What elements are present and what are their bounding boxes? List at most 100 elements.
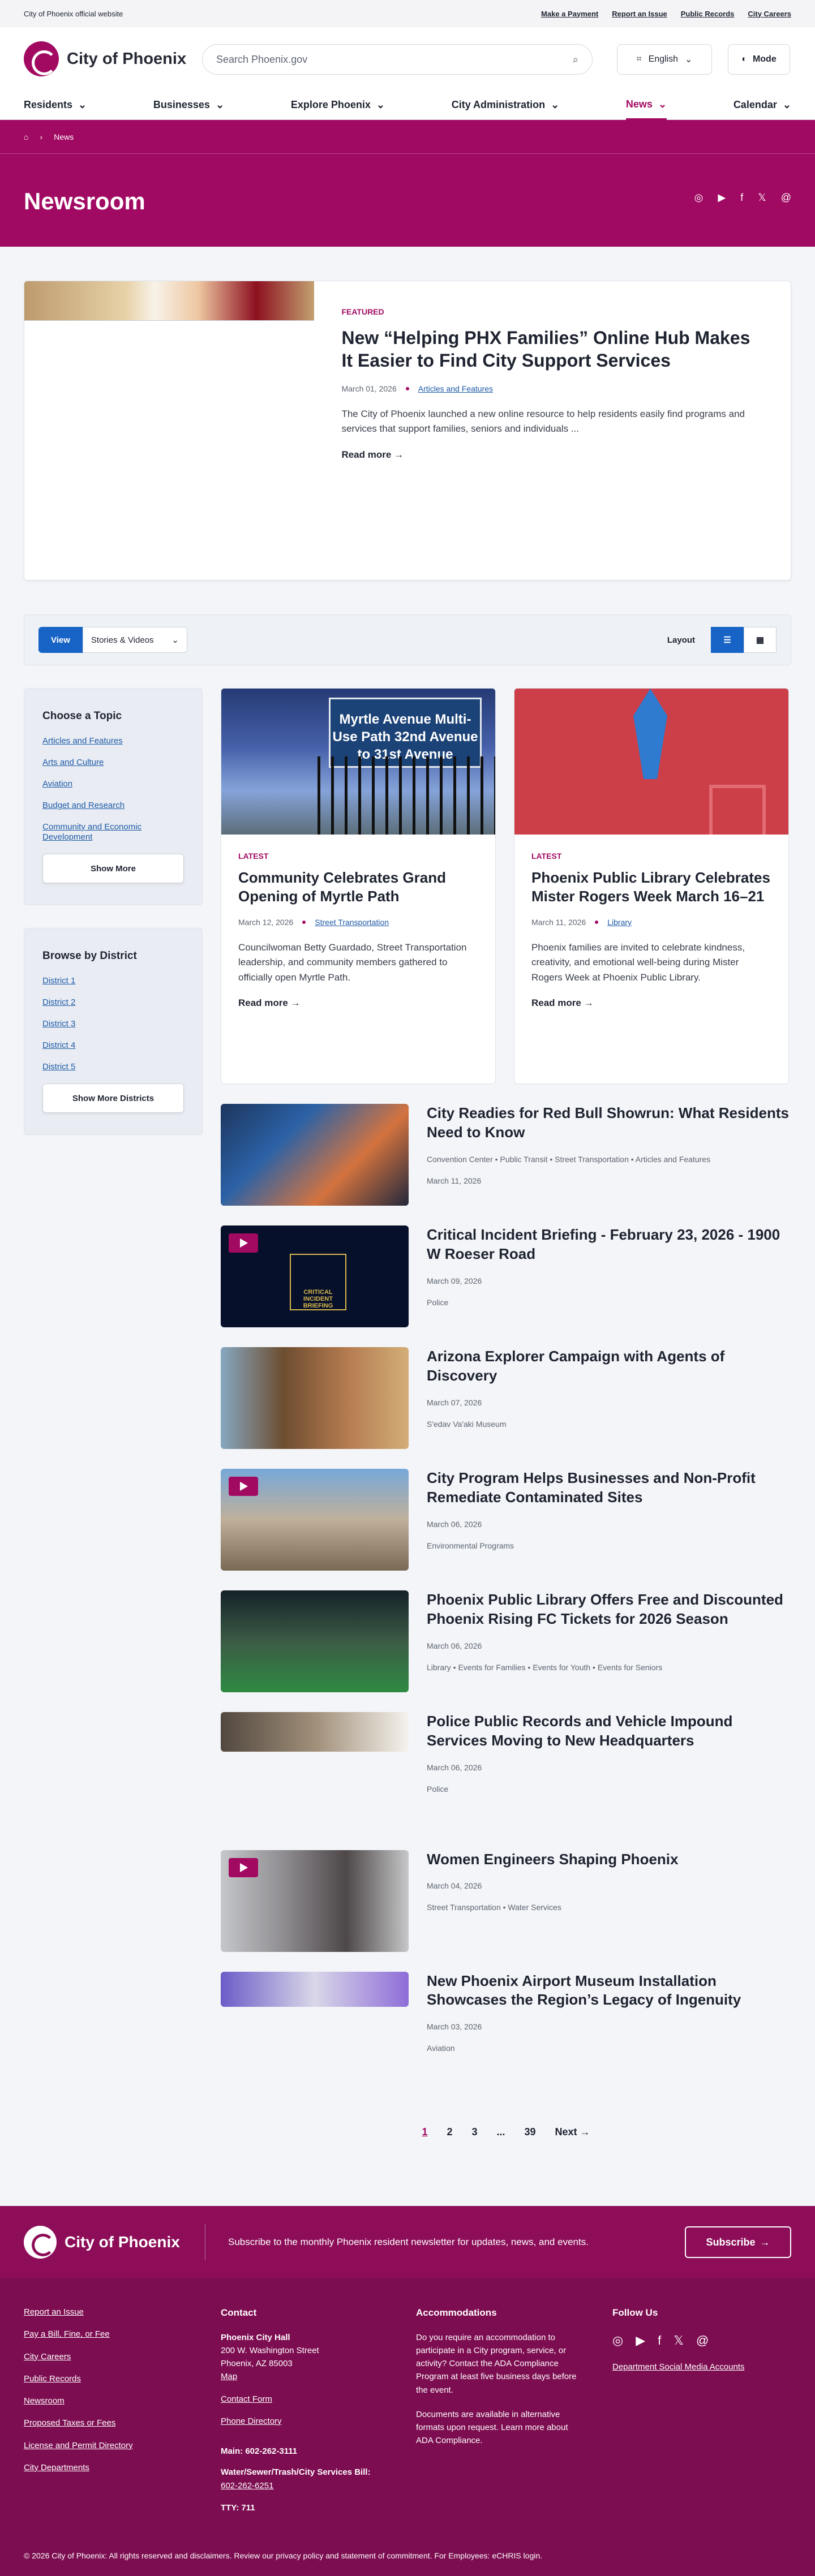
instagram-icon[interactable]: ◎ — [694, 192, 704, 204]
list-item[interactable]: New Phoenix Airport Museum Installation … — [221, 1971, 791, 2053]
list-item[interactable]: City Readies for Red Bull Showrun: What … — [221, 1104, 791, 1206]
play-video-icon — [229, 1233, 258, 1253]
search-input[interactable]: Search Phoenix.gov ⌕ — [202, 44, 593, 75]
read-more-link[interactable]: Read more → — [531, 997, 771, 1009]
language-selector[interactable]: ⌗ English ⌄ — [617, 44, 712, 75]
x-icon[interactable]: 𝕏 — [674, 2333, 696, 2347]
grid-icon: ▦ — [756, 635, 765, 645]
translate-icon: ⌗ — [636, 54, 642, 64]
next-button[interactable]: Next → — [555, 2126, 590, 2138]
chevron-down-icon: ⌄ — [171, 635, 179, 645]
show-more-topics-button[interactable]: Show More — [42, 854, 184, 883]
nav-news[interactable]: News ⌄ — [625, 91, 667, 120]
list-layout-button[interactable]: ☰ — [711, 627, 744, 653]
arrow-right-icon: → — [760, 2236, 770, 2248]
newsroom-hero: ⌂ › News Newsroom ◎ ▶ f 𝕏 @ — [0, 120, 815, 247]
engineers-image — [221, 1850, 409, 1952]
subscribe-button[interactable]: Subscribe → — [685, 2226, 791, 2259]
article-card[interactable]: LATEST Phoenix Public Library Celebrates … — [514, 688, 789, 1084]
district-filter: Browse by District District 1 District 2… — [24, 928, 203, 1135]
make-payment-link[interactable]: Make a Payment — [541, 10, 598, 18]
site-footer: Report an Issue Pay a Bill, Fine, or Fee C… — [0, 2278, 815, 2576]
list-item[interactable]: Police Public Records and Vehicle Impoun… — [221, 1712, 791, 1794]
district-link[interactable]: District 2 — [42, 997, 184, 1008]
top-utility-bar: City of Phoenix official website Make a … — [0, 0, 815, 27]
featured-article[interactable]: FEATURED New “Helping PHX Families” Onli… — [24, 281, 791, 580]
breadcrumb: ⌂ › News — [0, 120, 815, 154]
topic-link[interactable]: Community and Economic Development — [42, 822, 184, 842]
play-video-icon — [229, 1857, 258, 1877]
facebook-icon[interactable]: f — [740, 192, 743, 204]
view-select[interactable]: Stories & Videos ⌄ — [82, 627, 187, 653]
public-records-link[interactable]: Public Records — [681, 10, 735, 18]
topic-filter: Choose a Topic Articles and Features Art… — [24, 688, 203, 905]
featured-description: The City of Phoenix launched a new onlin… — [341, 408, 745, 435]
soccer-image — [221, 1590, 409, 1692]
report-issue-link[interactable]: Report an Issue — [612, 10, 667, 18]
footer-logo[interactable]: City of Phoenix — [24, 2226, 205, 2259]
view-label: View — [38, 627, 83, 653]
threads-icon[interactable]: @ — [781, 192, 791, 204]
arrow-right-icon: → — [580, 2126, 590, 2138]
headquarters-image — [221, 1712, 409, 1752]
chevron-down-icon: ⌄ — [376, 99, 385, 110]
site-logo[interactable]: City of Phoenix — [24, 41, 194, 76]
threads-icon[interactable]: @ — [696, 2333, 721, 2347]
nav-explore-phoenix[interactable]: Explore Phoenix ⌄ — [291, 91, 385, 120]
newsletter-text: Subscribe to the monthly Phoenix residen… — [228, 2237, 589, 2248]
home-icon[interactable]: ⌂ — [24, 132, 28, 141]
sidebar: Choose a Topic Articles and Features Art… — [24, 688, 203, 2138]
copyright: © 2026 City of Phoenix: All rights reser… — [24, 2551, 543, 2561]
list-item[interactable]: CRITICAL INCIDENT BRIEFING Critical Incid… — [221, 1225, 791, 1327]
list-item[interactable]: City Program Helps Businesses and Non-Pr… — [221, 1469, 791, 1571]
search-icon[interactable]: ⌕ — [573, 54, 578, 66]
show-more-districts-button[interactable]: Show More Districts — [42, 1083, 184, 1113]
card-title[interactable]: Phoenix Public Library Celebrates Mister… — [531, 868, 771, 905]
main-content: FEATURED New “Helping PHX Families” Onli… — [0, 247, 815, 2207]
district-link[interactable]: District 5 — [42, 1062, 184, 1072]
district-link[interactable]: District 3 — [42, 1019, 184, 1029]
mister-rogers-image[interactable] — [514, 689, 788, 835]
topic-title: Choose a Topic — [42, 710, 122, 722]
briefing-image: CRITICAL INCIDENT BRIEFING — [221, 1225, 409, 1327]
red-bull-image — [221, 1104, 409, 1206]
instagram-icon[interactable]: ◎ — [612, 2333, 636, 2347]
grid-layout-button[interactable]: ▦ — [744, 627, 777, 653]
nav-city-administration[interactable]: City Administration ⌄ — [452, 91, 559, 120]
nav-calendar[interactable]: Calendar ⌄ — [734, 91, 791, 120]
newsletter-bar: City of Phoenix Subscribe to the monthly… — [0, 2206, 815, 2279]
featured-image[interactable] — [24, 281, 315, 580]
article-card[interactable]: Myrtle Avenue Multi-Use Path 32nd Avenue… — [221, 688, 496, 1084]
list-item[interactable]: Women Engineers Shaping Phoenix March 04,… — [221, 1850, 791, 1952]
topic-link[interactable]: Budget and Research — [42, 801, 184, 811]
city-careers-link[interactable]: City Careers — [748, 10, 791, 18]
district-link[interactable]: District 1 — [42, 976, 184, 986]
topic-link[interactable]: Aviation — [42, 779, 184, 789]
chevron-down-icon: ⌄ — [685, 55, 693, 64]
youtube-icon[interactable]: ▶ — [636, 2333, 658, 2347]
youtube-icon[interactable]: ▶ — [718, 192, 726, 204]
featured-title[interactable]: New “Helping PHX Families” Online Hub Ma… — [341, 326, 763, 372]
topic-link[interactable]: Articles and Features — [42, 736, 184, 746]
nav-businesses[interactable]: Businesses ⌄ — [153, 91, 224, 120]
chevron-down-icon: ⌄ — [215, 99, 225, 110]
featured-read-more[interactable]: Read more → — [341, 449, 763, 461]
read-more-link[interactable]: Read more → — [238, 997, 478, 1009]
x-icon[interactable]: 𝕏 — [758, 192, 766, 204]
myrtle-path-image[interactable]: Myrtle Avenue Multi-Use Path 32nd Avenue… — [221, 689, 495, 835]
card-title[interactable]: Community Celebrates Grand Opening of My… — [238, 868, 478, 905]
district-title: Browse by District — [42, 950, 137, 962]
facebook-icon[interactable]: f — [658, 2333, 674, 2347]
mode-toggle[interactable]: ◐ Mode — [728, 44, 790, 75]
chevron-right-icon: › — [40, 132, 43, 141]
page-title: Newsroom — [24, 188, 145, 214]
nav-residents[interactable]: Residents ⌄ — [24, 91, 87, 120]
chevron-down-icon: ⌄ — [551, 99, 560, 110]
district-link[interactable]: District 4 — [42, 1040, 184, 1051]
list-item[interactable]: Arizona Explorer Campaign with Agents of… — [221, 1347, 791, 1449]
arrow-right-icon: → — [394, 449, 404, 460]
featured-tag[interactable]: Articles and Features — [418, 384, 493, 393]
footer-social-icons: ◎▶f𝕏@ — [612, 2331, 782, 2350]
topic-link[interactable]: Arts and Culture — [42, 758, 184, 768]
list-item[interactable]: Phoenix Public Library Offers Free and D… — [221, 1590, 791, 1692]
